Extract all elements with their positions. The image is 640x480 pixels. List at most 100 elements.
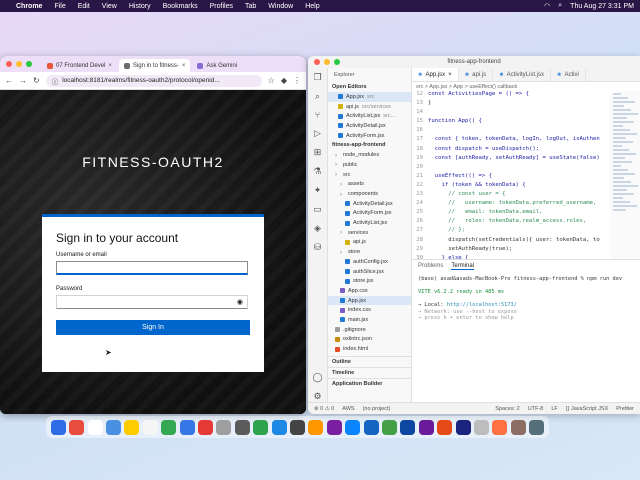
back-icon[interactable]: ← bbox=[5, 76, 13, 85]
file-tree-item[interactable]: .gitignore bbox=[328, 325, 411, 335]
file-tree-item[interactable]: › public bbox=[328, 160, 411, 170]
menu-profiles[interactable]: Profiles bbox=[210, 3, 233, 10]
status-project[interactable]: (no project) bbox=[363, 406, 391, 412]
reload-icon[interactable]: ↻ bbox=[33, 76, 40, 85]
minimize-window-button[interactable] bbox=[16, 61, 22, 67]
file-tree-item[interactable]: ActivityForm.jsx bbox=[328, 209, 411, 219]
dock-app-icon[interactable] bbox=[124, 419, 140, 435]
file-tree-item[interactable]: main.jsx bbox=[328, 315, 411, 325]
dock-app-icon[interactable] bbox=[345, 419, 361, 435]
tab-problems[interactable]: Problems bbox=[418, 263, 443, 269]
forward-icon[interactable]: → bbox=[19, 76, 27, 85]
editor-tab[interactable]: ⚛ api.js bbox=[459, 68, 494, 81]
menu-tab[interactable]: Tab bbox=[245, 3, 256, 10]
dock-app-icon[interactable] bbox=[271, 419, 287, 435]
menu-view[interactable]: View bbox=[102, 3, 117, 10]
file-tree-item[interactable]: › components bbox=[328, 189, 411, 199]
close-tab-icon[interactable]: × bbox=[108, 63, 112, 69]
dock-app-icon[interactable] bbox=[308, 419, 324, 435]
dock-app-icon[interactable] bbox=[87, 419, 103, 435]
close-tab-icon[interactable]: × bbox=[448, 72, 452, 78]
zoom-window-button[interactable] bbox=[334, 59, 340, 65]
status-eol[interactable]: LF bbox=[551, 406, 557, 412]
dock-app-icon[interactable] bbox=[50, 419, 66, 435]
accounts-icon[interactable]: ◯ bbox=[312, 372, 322, 383]
wifi-icon[interactable]: ◠ bbox=[544, 2, 550, 10]
dock-app-icon[interactable] bbox=[105, 419, 121, 435]
menu-kebab-icon[interactable]: ⋮ bbox=[293, 76, 301, 85]
tab-terminal[interactable]: Terminal bbox=[451, 263, 475, 270]
file-tree-item[interactable]: › services bbox=[328, 228, 411, 238]
minimap[interactable] bbox=[610, 91, 640, 259]
menu-edit[interactable]: Edit bbox=[78, 3, 90, 10]
testing-icon[interactable]: ⚗ bbox=[313, 166, 321, 177]
status-prettier[interactable]: Prettier bbox=[616, 406, 634, 412]
extensions-icon[interactable]: ⊞ bbox=[314, 147, 322, 158]
dock-app-icon[interactable] bbox=[234, 419, 250, 435]
minimize-window-button[interactable] bbox=[324, 59, 330, 65]
aws-icon[interactable]: ◈ bbox=[314, 223, 321, 234]
file-tree-item[interactable]: ActivityList.jsx bbox=[328, 218, 411, 228]
outline-header[interactable]: Outline bbox=[328, 355, 411, 367]
file-tree-item[interactable]: › src bbox=[328, 170, 411, 180]
docker-icon[interactable]: ⛁ bbox=[314, 242, 322, 253]
show-password-eye-icon[interactable]: ◉ bbox=[237, 298, 243, 306]
status-indent[interactable]: Spaces: 2 bbox=[495, 406, 519, 412]
address-bar[interactable]: ⓘ localhost:8181/realms/fitness-oauth2/p… bbox=[45, 74, 262, 87]
run-debug-icon[interactable]: ▷ bbox=[314, 128, 321, 139]
open-editors-header[interactable]: Open Editors bbox=[328, 82, 411, 92]
dock-app-icon[interactable] bbox=[142, 419, 158, 435]
application-builder-header[interactable]: Application Builder bbox=[328, 377, 411, 389]
status-encoding[interactable]: UTF-8 bbox=[528, 406, 544, 412]
manage-gear-icon[interactable]: ⚙ bbox=[313, 391, 321, 402]
browser-tab-sign-in[interactable]: Sign in to fitness- × bbox=[118, 59, 191, 72]
menu-help[interactable]: Help bbox=[305, 3, 319, 10]
password-input[interactable]: ◉ bbox=[56, 295, 248, 309]
status-problems[interactable]: ⊗ 0 ⚠ 0 bbox=[314, 406, 334, 412]
file-tree-item[interactable]: oxlintrc.json bbox=[328, 335, 411, 345]
browser-tab-gemini[interactable]: Ask Gemini bbox=[192, 59, 242, 72]
zoom-window-button[interactable] bbox=[26, 61, 32, 67]
dock-app-icon[interactable] bbox=[492, 419, 508, 435]
menu-window[interactable]: Window bbox=[268, 3, 293, 10]
dock-app-icon[interactable] bbox=[197, 419, 213, 435]
menu-history[interactable]: History bbox=[129, 3, 151, 10]
file-tree-item[interactable]: authConfig.jsx bbox=[328, 257, 411, 267]
terminal-local-url[interactable]: http://localhost:5173/ bbox=[447, 302, 517, 308]
status-aws[interactable]: AWS bbox=[342, 406, 354, 412]
menu-bookmarks[interactable]: Bookmarks bbox=[163, 3, 198, 10]
site-info-icon[interactable]: ⓘ bbox=[52, 76, 59, 86]
editor-tab[interactable]: ⚛ App.jsx × bbox=[412, 68, 459, 81]
terminal-output[interactable]: (base) asad&asads-MacBook-Pro fitness-ap… bbox=[412, 272, 640, 326]
sign-in-button[interactable]: Sign In bbox=[56, 320, 250, 335]
close-window-button[interactable] bbox=[314, 59, 320, 65]
file-tree-item[interactable]: ActivityDetail.jsx bbox=[328, 199, 411, 209]
file-tree-item[interactable]: › assets bbox=[328, 180, 411, 190]
file-tree-item[interactable]: store.jsx bbox=[328, 276, 411, 286]
dock-app-icon[interactable] bbox=[382, 419, 398, 435]
dock-app-icon[interactable] bbox=[474, 419, 490, 435]
project-folder-header[interactable]: fitness-app-frontend bbox=[328, 140, 411, 150]
open-editor-item[interactable]: ActivityForm.jsx bbox=[328, 131, 411, 141]
file-tree-item[interactable]: index.css bbox=[328, 305, 411, 315]
dock-app-icon[interactable] bbox=[437, 419, 453, 435]
file-tree-item[interactable]: index.html bbox=[328, 344, 411, 354]
username-input[interactable] bbox=[56, 261, 248, 275]
file-tree-item[interactable]: › node_modules bbox=[328, 150, 411, 160]
menu-file[interactable]: File bbox=[54, 3, 65, 10]
search-icon[interactable]: ⌕ bbox=[315, 91, 320, 102]
open-editor-item[interactable]: api.js src/services bbox=[328, 102, 411, 112]
dock-app-icon[interactable] bbox=[179, 419, 195, 435]
dock-app-icon[interactable] bbox=[510, 419, 526, 435]
command-center-search[interactable]: fitness-app-frontend bbox=[447, 59, 500, 65]
source-control-icon[interactable]: ⑂ bbox=[315, 110, 320, 120]
timeline-header[interactable]: Timeline bbox=[328, 366, 411, 378]
dock-app-icon[interactable] bbox=[216, 419, 232, 435]
file-tree-item[interactable]: App.jsx bbox=[328, 295, 411, 306]
copilot-icon[interactable]: ✦ bbox=[314, 185, 322, 196]
open-editor-item[interactable]: ActivityDetail.jsx bbox=[328, 121, 411, 131]
extensions-icon[interactable]: ◆ bbox=[281, 76, 287, 85]
close-tab-icon[interactable]: × bbox=[182, 63, 186, 69]
editor-tab[interactable]: ⚛ ActivityList.jsx bbox=[493, 68, 552, 81]
dock-app-icon[interactable] bbox=[418, 419, 434, 435]
